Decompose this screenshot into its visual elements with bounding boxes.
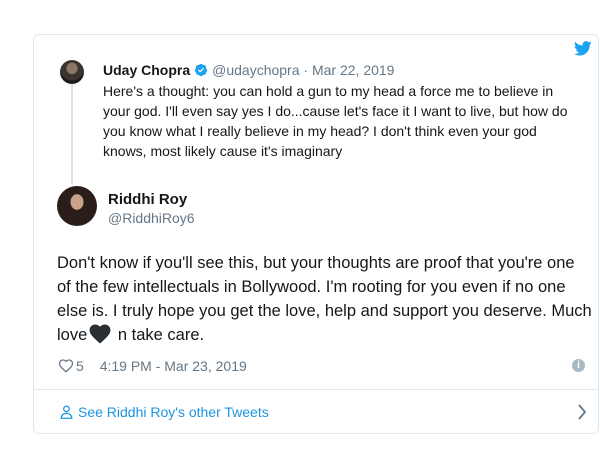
tweet-timestamp[interactable]: 4:19 PM - Mar 23, 2019 <box>100 358 247 374</box>
quoted-tweet-date[interactable]: Mar 22, 2019 <box>312 62 395 78</box>
author-handle[interactable]: @RiddhiRoy6 <box>108 209 195 227</box>
quoted-author-name[interactable]: Uday Chopra <box>103 62 190 78</box>
twitter-bird-icon[interactable] <box>574 41 592 56</box>
person-icon <box>60 405 73 419</box>
tweet-text: Don't know if you'll see this, but your … <box>57 251 592 347</box>
verified-badge-icon <box>195 63 208 77</box>
quoted-author-handle[interactable]: @udaychopra <box>212 62 299 78</box>
heart-icon <box>89 324 111 344</box>
author-block: Riddhi Roy @RiddhiRoy6 <box>108 191 195 227</box>
header-separator: · <box>303 62 309 78</box>
info-icon[interactable]: i <box>572 359 585 372</box>
see-other-tweets-link[interactable]: See Riddhi Roy's other Tweets <box>60 402 269 422</box>
quoted-tweet-text: Here's a thought: you can hold a gun to … <box>103 83 568 159</box>
footer-divider <box>34 389 598 390</box>
author-name[interactable]: Riddhi Roy <box>108 191 195 209</box>
author-avatar[interactable] <box>57 186 97 226</box>
tweet-meta-row: 5 4:19 PM - Mar 23, 2019 i <box>58 356 593 376</box>
chevron-right-icon[interactable] <box>577 404 587 420</box>
quoted-tweet-header: Uday Chopra @udaychopra · Mar 22, 2019 <box>103 61 394 79</box>
tweet-text-part-2: n take care. <box>113 326 205 344</box>
quoted-author-avatar[interactable] <box>60 60 84 84</box>
like-heart-outline-icon[interactable] <box>58 359 74 373</box>
like-count: 5 <box>76 358 84 374</box>
see-other-tweets-label: See Riddhi Roy's other Tweets <box>78 404 269 420</box>
thread-connector-line <box>71 84 73 184</box>
